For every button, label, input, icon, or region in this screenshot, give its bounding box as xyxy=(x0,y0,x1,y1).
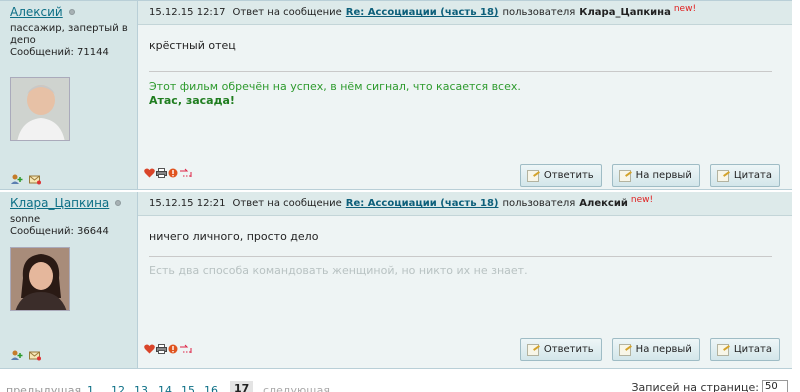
post-tools xyxy=(144,344,193,357)
pagination: предыдущая 1 ... 12 13 14 15 16 17 следу… xyxy=(0,378,800,392)
signature-divider xyxy=(149,71,772,72)
page-ellipsis: ... xyxy=(96,384,107,392)
post-date: 15.12.15 12:21 xyxy=(149,198,226,209)
reply-button-label: Ответить xyxy=(543,344,594,355)
pencil-icon xyxy=(526,343,539,356)
reply-button[interactable]: Ответить xyxy=(519,164,602,187)
message-text: ничего личного, просто дело xyxy=(149,230,319,243)
post-content: 15.12.15 12:21 Ответ на сообщение Re: Ас… xyxy=(138,192,792,368)
author-panel: Алексий пассажир, запертый в депо Сообще… xyxy=(0,1,138,189)
forum-post: Алексий пассажир, запертый в депо Сообще… xyxy=(0,0,792,190)
new-badge: new! xyxy=(673,3,697,14)
reply-prefix: Ответ на сообщение xyxy=(232,7,342,18)
page-link[interactable]: 15 xyxy=(181,384,195,392)
page-link[interactable]: 14 xyxy=(158,384,172,392)
post-content: 15.12.15 12:17 Ответ на сообщение Re: Ас… xyxy=(138,1,792,189)
reply-thread-link[interactable]: Re: Ассоциации (часть 18) xyxy=(346,7,499,18)
reply-button-label: Ответить xyxy=(543,170,594,181)
author-actions xyxy=(11,350,41,361)
heart-icon[interactable] xyxy=(144,344,155,357)
current-page: 17 xyxy=(230,381,254,392)
print-icon[interactable] xyxy=(156,168,167,181)
author-post-count: Сообщений: 71144 xyxy=(10,47,109,58)
add-friend-icon[interactable] xyxy=(11,350,23,361)
print-icon[interactable] xyxy=(156,344,167,357)
thanks-icon[interactable] xyxy=(179,168,193,181)
author-name-row: Алексий xyxy=(10,5,137,19)
author-name-row: Клара_Цапкина xyxy=(10,196,137,210)
page-link[interactable]: 1 xyxy=(87,384,94,392)
page-link[interactable]: 13 xyxy=(134,384,148,392)
report-icon[interactable] xyxy=(168,344,178,357)
reply-prefix: Ответ на сообщение xyxy=(232,198,342,209)
page-link[interactable]: 16 xyxy=(204,384,218,392)
to-first-button-label: На первый xyxy=(635,170,692,181)
prev-page-link[interactable]: предыдущая xyxy=(6,384,81,392)
signature-line: Есть два способа командовать женщиной, н… xyxy=(149,264,528,277)
avatar xyxy=(10,77,70,141)
message-text: крёстный отец xyxy=(149,39,236,52)
signature: Этот фильм обречён на успех, в нём сигна… xyxy=(149,80,521,108)
post-header: 15.12.15 12:17 Ответ на сообщение Re: Ас… xyxy=(138,1,792,25)
heart-icon[interactable] xyxy=(144,168,155,181)
forum-post: Клара_Цапкина sonne Сообщений: 36644 15.… xyxy=(0,192,792,369)
quote-button-label: Цитата xyxy=(733,344,772,355)
quote-button[interactable]: Цитата xyxy=(709,338,780,361)
pencil-icon xyxy=(618,169,631,182)
avatar xyxy=(10,247,70,311)
to-first-button-label: На первый xyxy=(635,344,692,355)
per-page-label: Записей на странице: xyxy=(631,380,759,392)
quote-button[interactable]: Цитата xyxy=(709,164,780,187)
user-prefix: пользователя xyxy=(502,7,576,18)
next-page-link[interactable]: следующая xyxy=(263,384,330,392)
pencil-icon xyxy=(618,343,631,356)
author-post-count: Сообщений: 36644 xyxy=(10,226,109,237)
page-link[interactable]: 12 xyxy=(111,384,125,392)
author-actions xyxy=(11,174,41,185)
author-name-link[interactable]: Клара_Цапкина xyxy=(10,196,109,210)
user-prefix: пользователя xyxy=(502,198,576,209)
offline-status-icon xyxy=(68,9,75,15)
quote-button-label: Цитата xyxy=(733,170,772,181)
post-buttons: Ответить На первый Цитата xyxy=(519,164,780,187)
author-name-link[interactable]: Алексий xyxy=(10,5,63,19)
signature: Есть два способа командовать женщиной, н… xyxy=(149,264,528,278)
reply-button[interactable]: Ответить xyxy=(519,338,602,361)
post-tools xyxy=(144,168,193,181)
post-header: 15.12.15 12:21 Ответ на сообщение Re: Ас… xyxy=(138,192,792,216)
to-first-button[interactable]: На первый xyxy=(611,338,700,361)
private-message-icon[interactable] xyxy=(29,350,41,361)
reply-user: Алексий xyxy=(579,198,628,209)
reply-user: Клара_Цапкина xyxy=(579,7,671,18)
post-date: 15.12.15 12:17 xyxy=(149,7,226,18)
private-message-icon[interactable] xyxy=(29,174,41,185)
quote-icon xyxy=(716,343,729,356)
signature-line: Этот фильм обречён на успех, в нём сигна… xyxy=(149,80,521,93)
add-friend-icon[interactable] xyxy=(11,174,23,185)
to-first-button[interactable]: На первый xyxy=(611,164,700,187)
pencil-icon xyxy=(526,169,539,182)
quote-icon xyxy=(716,169,729,182)
per-page-control: Записей на странице: 50 xyxy=(631,380,788,392)
author-title: sonne xyxy=(10,214,41,225)
reply-thread-link[interactable]: Re: Ассоциации (часть 18) xyxy=(346,198,499,209)
per-page-select[interactable]: 50 xyxy=(762,380,788,392)
report-icon[interactable] xyxy=(168,168,178,181)
author-panel: Клара_Цапкина sonne Сообщений: 36644 xyxy=(0,192,138,368)
signature-line: Атас, засада! xyxy=(149,94,235,107)
new-badge: new! xyxy=(630,194,654,205)
thanks-icon[interactable] xyxy=(179,344,193,357)
post-buttons: Ответить На первый Цитата xyxy=(519,338,780,361)
signature-divider xyxy=(149,256,772,257)
author-title: пассажир, запертый в депо xyxy=(10,23,128,46)
offline-status-icon xyxy=(115,200,122,206)
